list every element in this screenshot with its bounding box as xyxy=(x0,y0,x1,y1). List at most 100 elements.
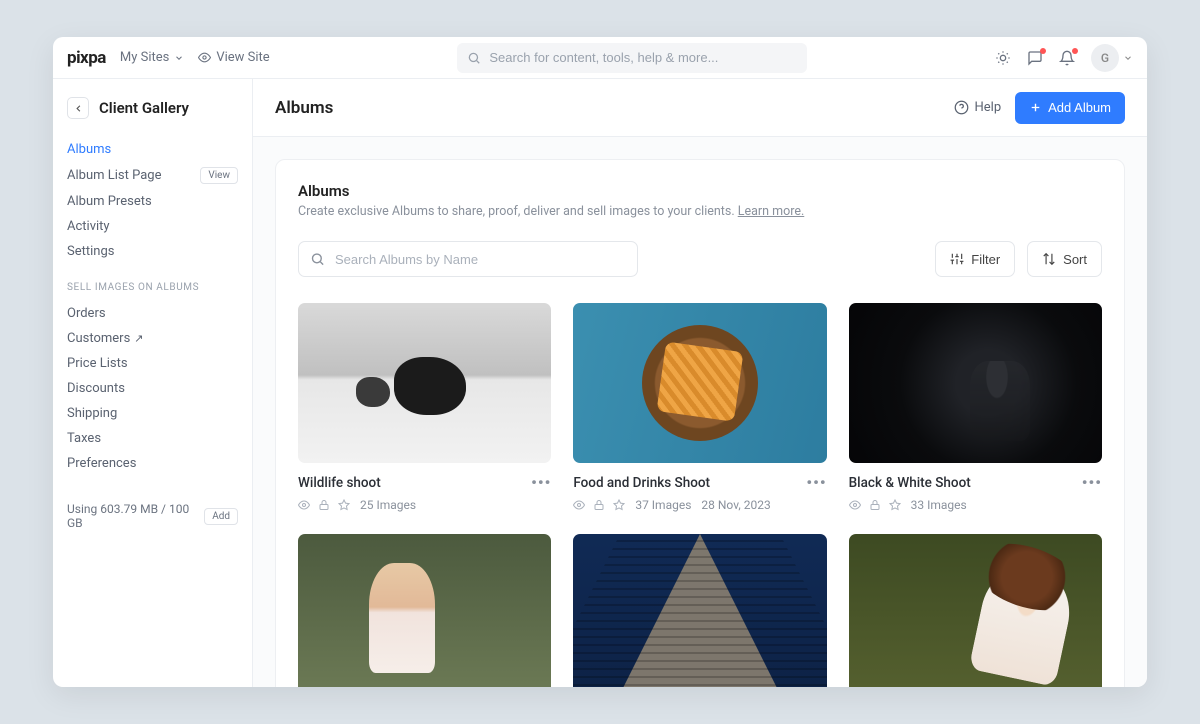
album-meta: 33 Images xyxy=(849,498,1102,512)
sidebar-item-orders[interactable]: Orders xyxy=(67,301,238,326)
sidebar-item-album-presets[interactable]: Album Presets xyxy=(67,189,238,214)
global-search-input[interactable] xyxy=(457,43,807,73)
app-window: pixpa My Sites View Site xyxy=(53,37,1147,687)
sort-label: Sort xyxy=(1063,252,1087,267)
sun-icon xyxy=(995,50,1011,66)
brand-logo: pixpa xyxy=(67,48,106,68)
album-card[interactable]: Food and Drinks Shoot•••37 Images28 Nov,… xyxy=(573,303,826,512)
page-title: Albums xyxy=(275,98,333,118)
account-menu[interactable]: G xyxy=(1091,44,1133,72)
chevron-down-icon xyxy=(174,53,184,63)
album-thumbnail[interactable] xyxy=(849,534,1102,687)
filter-label: Filter xyxy=(971,252,1000,267)
sidebar-item-preferences[interactable]: Preferences xyxy=(67,451,238,476)
sidebar-item-discounts[interactable]: Discounts xyxy=(67,376,238,401)
sidebar-item-price-lists[interactable]: Price Lists xyxy=(67,351,238,376)
sidebar-item-activity[interactable]: Activity xyxy=(67,214,238,239)
plus-icon xyxy=(1029,101,1042,114)
notification-dot xyxy=(1040,48,1046,54)
album-name: Wildlife shoot xyxy=(298,475,381,491)
album-count: 33 Images xyxy=(911,498,967,512)
chevron-down-icon xyxy=(1123,53,1133,63)
sidebar-item-customers[interactable]: Customers↗ xyxy=(67,326,238,351)
album-card[interactable] xyxy=(849,534,1102,687)
add-album-button[interactable]: Add Album xyxy=(1015,92,1125,124)
album-more-button[interactable]: ••• xyxy=(1082,473,1102,492)
view-badge[interactable]: View xyxy=(200,167,238,184)
theme-toggle[interactable] xyxy=(995,50,1011,66)
star-icon xyxy=(889,499,901,511)
sidebar-item-label: Customers↗ xyxy=(67,331,144,346)
album-date: 28 Nov, 2023 xyxy=(701,498,770,512)
star-icon xyxy=(338,499,350,511)
help-label: Help xyxy=(974,100,1001,115)
back-button[interactable] xyxy=(67,97,89,119)
album-name: Black & White Shoot xyxy=(849,475,971,491)
external-icon: ↗ xyxy=(134,332,143,345)
star-icon xyxy=(613,499,625,511)
sort-button[interactable]: Sort xyxy=(1027,241,1102,277)
sidebar-item-label: Settings xyxy=(67,244,114,259)
album-more-button[interactable]: ••• xyxy=(531,473,551,492)
album-thumbnail[interactable] xyxy=(298,534,551,687)
sidebar-item-album-list-page[interactable]: Album List Page View xyxy=(67,162,238,189)
panel-toolbar: Filter Sort xyxy=(298,241,1102,277)
sidebar: Client Gallery Albums Album List Page Vi… xyxy=(53,79,253,687)
sidebar-item-label: Album List Page xyxy=(67,168,161,183)
sidebar-item-taxes[interactable]: Taxes xyxy=(67,426,238,451)
content: Albums Create exclusive Albums to share,… xyxy=(253,137,1147,687)
sidebar-item-settings[interactable]: Settings xyxy=(67,239,238,264)
album-search-input[interactable] xyxy=(298,241,638,277)
album-meta: 25 Images xyxy=(298,498,551,512)
my-sites-label: My Sites xyxy=(120,50,169,65)
album-thumbnail[interactable] xyxy=(298,303,551,463)
albums-panel: Albums Create exclusive Albums to share,… xyxy=(275,159,1125,687)
album-card[interactable] xyxy=(573,534,826,687)
album-count: 25 Images xyxy=(360,498,416,512)
album-meta: 37 Images28 Nov, 2023 xyxy=(573,498,826,512)
sort-icon xyxy=(1042,252,1056,266)
announcements-button[interactable] xyxy=(1027,50,1043,66)
album-thumbnail[interactable] xyxy=(849,303,1102,463)
my-sites-dropdown[interactable]: My Sites xyxy=(120,50,184,65)
album-thumbnail[interactable] xyxy=(573,303,826,463)
eye-icon xyxy=(573,499,585,511)
add-album-label: Add Album xyxy=(1048,100,1111,115)
view-site-label: View Site xyxy=(216,50,269,65)
sidebar-item-shipping[interactable]: Shipping xyxy=(67,401,238,426)
panel-description: Create exclusive Albums to share, proof,… xyxy=(298,204,1102,219)
album-grid: Wildlife shoot ••• 25 Images Food and Drink… xyxy=(298,303,1102,687)
eye-icon xyxy=(198,51,211,64)
sidebar-header: Client Gallery xyxy=(67,97,238,119)
album-card[interactable] xyxy=(298,534,551,687)
sidebar-title: Client Gallery xyxy=(99,99,189,117)
add-storage-button[interactable]: Add xyxy=(204,508,238,525)
search-icon xyxy=(467,51,481,65)
sidebar-item-label: Albums xyxy=(67,142,111,157)
lock-icon xyxy=(318,499,330,511)
album-card[interactable]: Wildlife shoot ••• 25 Images xyxy=(298,303,551,512)
avatar: G xyxy=(1091,44,1119,72)
global-search xyxy=(457,43,807,73)
main: Albums Help Add Album Albums Create excl… xyxy=(253,79,1147,687)
album-thumbnail[interactable] xyxy=(573,534,826,687)
sidebar-item-albums[interactable]: Albums xyxy=(67,137,238,162)
sidebar-item-label: Preferences xyxy=(67,456,136,471)
album-search xyxy=(298,241,638,277)
help-link[interactable]: Help xyxy=(954,100,1001,115)
learn-more-link[interactable]: Learn more. xyxy=(738,204,805,219)
album-card[interactable]: Black & White Shoot ••• 33 Images xyxy=(849,303,1102,512)
sidebar-item-label: Price Lists xyxy=(67,356,128,371)
storage-usage: Using 603.79 MB / 100 GB Add xyxy=(67,502,238,530)
panel-title: Albums xyxy=(298,182,1102,200)
notifications-button[interactable] xyxy=(1059,50,1075,66)
lock-icon xyxy=(869,499,881,511)
eye-icon xyxy=(298,499,310,511)
view-site-link[interactable]: View Site xyxy=(198,50,269,65)
sidebar-item-label: Activity xyxy=(67,219,110,234)
body: Client Gallery Albums Album List Page Vi… xyxy=(53,79,1147,687)
topbar: pixpa My Sites View Site xyxy=(53,37,1147,79)
filter-button[interactable]: Filter xyxy=(935,241,1015,277)
topbar-right: G xyxy=(995,44,1133,72)
album-more-button[interactable]: ••• xyxy=(806,473,826,492)
